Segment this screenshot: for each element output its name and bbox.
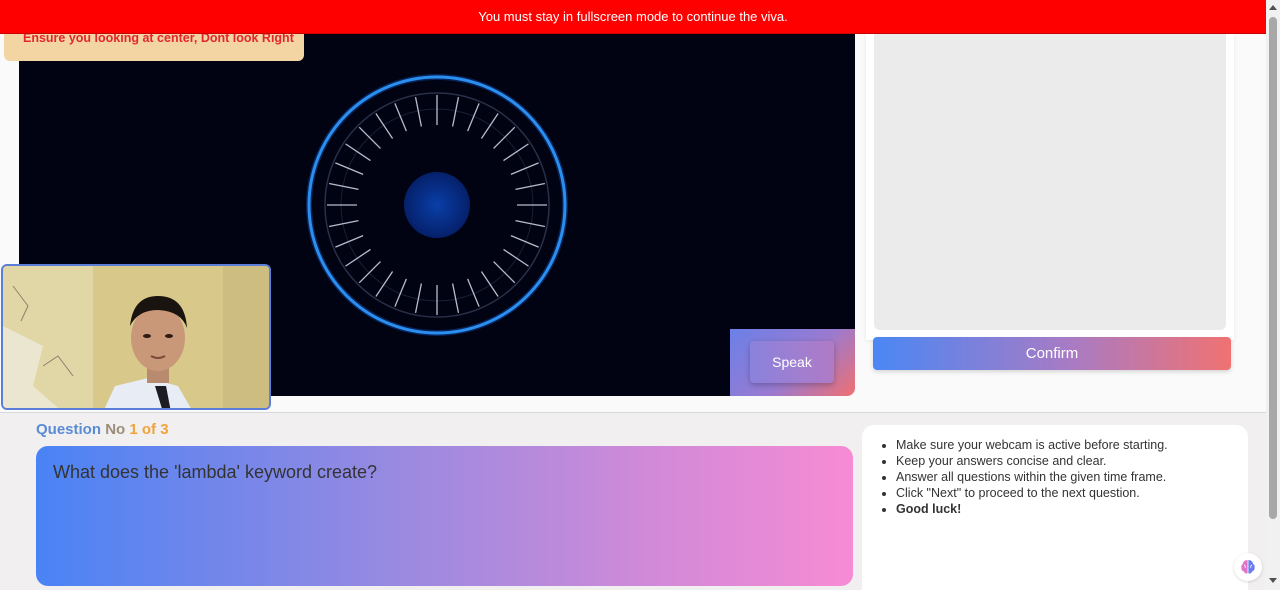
dial-tick: [375, 113, 394, 139]
instructions-panel: Make sure your webcam is active before s…: [862, 425, 1248, 590]
dial-tick: [467, 278, 480, 307]
instruction-item: Answer all questions within the given ti…: [896, 469, 1232, 485]
instruction-item-good-luck: Good luck!: [896, 501, 1232, 517]
question-label-word: Question: [36, 421, 102, 438]
assistant-button[interactable]: [1234, 553, 1262, 581]
question-text: What does the 'lambda' keyword create?: [53, 462, 378, 482]
dial-tick: [375, 271, 394, 297]
answer-display-area: [874, 34, 1226, 330]
dial-tick: [414, 96, 423, 127]
dial-core: [404, 172, 470, 238]
fullscreen-warning-text: You must stay in fullscreen mode to cont…: [478, 9, 788, 24]
dial-tick: [328, 219, 359, 228]
question-counter: Question No 1 of 3: [36, 421, 169, 438]
question-number: 1 of 3: [129, 421, 169, 438]
dial-tick: [480, 271, 499, 297]
dial-tick: [394, 278, 407, 307]
dial-tick: [451, 96, 460, 127]
dial-tick: [503, 143, 529, 162]
dial-tick: [451, 283, 460, 314]
dial-tick: [414, 283, 423, 314]
dial-tick: [335, 162, 364, 175]
dial-tick: [503, 248, 529, 267]
question-label-no: No: [105, 421, 126, 438]
scroll-thumb[interactable]: [1269, 17, 1277, 519]
dial-tick: [335, 235, 364, 248]
instructions-list: Make sure your webcam is active before s…: [896, 437, 1232, 517]
speak-panel: Speak: [730, 329, 855, 396]
speak-button[interactable]: Speak: [750, 341, 834, 383]
brain-icon: [1241, 560, 1255, 574]
dial-tick: [480, 113, 499, 139]
instruction-item: Keep your answers concise and clear.: [896, 453, 1232, 469]
instruction-item: Click "Next" to proceed to the next ques…: [896, 485, 1232, 501]
dial-tick: [510, 235, 539, 248]
question-card: What does the 'lambda' keyword create?: [36, 446, 853, 586]
dial-tick: [467, 103, 480, 132]
dial-tick: [394, 103, 407, 132]
webcam-feed: [3, 266, 269, 408]
instruction-item: Make sure your webcam is active before s…: [896, 437, 1232, 453]
fullscreen-warning-banner: You must stay in fullscreen mode to cont…: [0, 0, 1266, 34]
dial-tick: [345, 248, 371, 267]
dial-tick: [345, 143, 371, 162]
dial-tick: [510, 162, 539, 175]
section-divider: [0, 412, 1266, 413]
scroll-up-arrow-icon[interactable]: [1269, 5, 1277, 10]
dial-tick: [328, 182, 359, 191]
scroll-down-arrow-icon[interactable]: [1269, 578, 1277, 583]
dial-tick: [515, 182, 546, 191]
confirm-button[interactable]: Confirm: [873, 337, 1231, 370]
voice-dial: [306, 74, 568, 336]
vertical-scrollbar[interactable]: [1266, 0, 1280, 590]
webcam-preview: [1, 264, 271, 410]
answer-panel: [866, 34, 1234, 340]
dial-tick: [515, 219, 546, 228]
